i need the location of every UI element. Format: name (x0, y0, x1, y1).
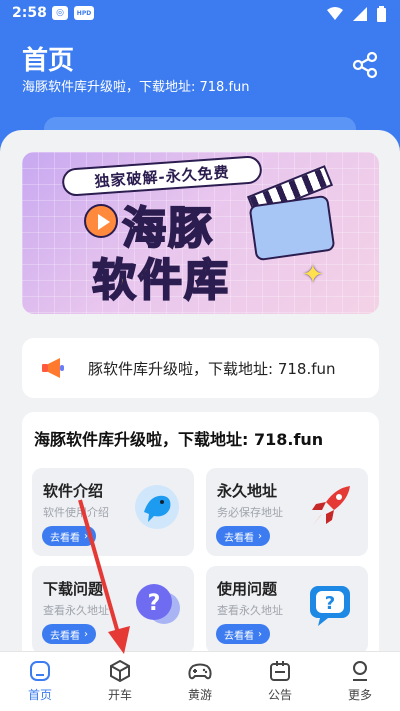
tile-download-issues[interactable]: 下载问题 查看永久地址 去看看 › ? (32, 566, 194, 651)
wifi-icon (327, 7, 343, 20)
app-notification-icon: ◎ (52, 6, 68, 20)
main-content: 独家破解-永久免费 海豚 软件库 ✦ 豚软件库升级啦，下载地址: 718.fun… (0, 130, 400, 651)
page-title: 首页 (22, 46, 75, 76)
go-see-button[interactable]: 去看看 › (42, 624, 96, 644)
help-chat-icon: ? (310, 586, 350, 626)
notice-text: 豚软件库升级啦，下载地址: 718.fun (88, 360, 336, 378)
page-subtitle: 海豚软件库升级啦，下载地址: 718.fun (22, 80, 250, 95)
megaphone-icon (42, 358, 64, 378)
button-label: 去看看 (50, 630, 80, 642)
tile-usage-issues[interactable]: 使用问题 查看永久地址 去看看 › ? (206, 566, 368, 651)
tile-desc: 查看永久地址 (217, 604, 283, 617)
rocket-icon (312, 486, 350, 526)
tile-desc: 务必保存地址 (217, 506, 283, 519)
nav-label: 更多 (347, 688, 372, 702)
nav-item-more[interactable]: 更多 (320, 652, 400, 711)
info-card: 海豚软件库升级啦，下载地址: 718.fun 软件介绍 软件使用介绍 去看看 › … (22, 412, 379, 651)
chevron-right-icon: › (84, 530, 88, 542)
clapperboard-icon (248, 194, 336, 262)
play-icon (84, 204, 118, 238)
nav-label: 首页 (27, 688, 52, 702)
chevron-right-icon: › (258, 628, 262, 640)
signal-icon (353, 7, 367, 21)
bottom-nav: 首页 开车 黄游 公告 更多 (0, 651, 400, 711)
svg-text:?: ? (325, 593, 335, 614)
user-icon (353, 661, 367, 681)
button-label: 去看看 (224, 532, 254, 544)
dolphin-icon (135, 485, 179, 529)
svg-text:?: ? (148, 591, 161, 616)
home-icon (30, 661, 50, 681)
banner-line2: 软件库 (91, 254, 230, 307)
go-see-button[interactable]: 去看看 › (216, 526, 270, 546)
question-bubble-icon: ? (136, 584, 180, 624)
notice-bar[interactable]: 豚软件库升级啦，下载地址: 718.fun (22, 338, 379, 398)
go-see-button[interactable]: 去看看 › (216, 624, 270, 644)
go-see-button[interactable]: 去看看 › (42, 526, 96, 546)
nav-item-home[interactable]: 首页 (0, 652, 80, 711)
nav-label: 公告 (267, 688, 292, 702)
tile-title: 永久地址 (217, 482, 278, 500)
tile-title: 使用问题 (217, 580, 278, 598)
notice-icon (270, 661, 290, 681)
star-icon: ✦ (302, 260, 324, 290)
tile-software-intro[interactable]: 软件介绍 软件使用介绍 去看看 › (32, 468, 194, 556)
share-icon[interactable] (350, 50, 380, 80)
nav-label: 黄游 (187, 688, 212, 702)
status-time: 2:58 (12, 5, 47, 21)
tile-permanent-address[interactable]: 永久地址 务必保存地址 去看看 › (206, 468, 368, 556)
gamepad-icon (188, 663, 212, 680)
info-card-title: 海豚软件库升级啦，下载地址: 718.fun (34, 430, 324, 449)
nav-item-games[interactable]: 黄游 (160, 652, 240, 711)
chevron-right-icon: › (258, 530, 262, 542)
nav-item-notice[interactable]: 公告 (240, 652, 320, 711)
chevron-right-icon: › (84, 628, 88, 640)
promo-banner[interactable]: 独家破解-永久免费 海豚 软件库 ✦ (22, 152, 379, 314)
tile-desc: 软件使用介绍 (43, 506, 109, 519)
status-bar: 2:58 ◎ HPD (0, 0, 400, 28)
tile-desc: 查看永久地址 (43, 604, 109, 617)
button-label: 去看看 (50, 532, 80, 544)
tile-title: 软件介绍 (43, 482, 104, 500)
tile-title: 下载问题 (43, 580, 104, 598)
battery-icon (377, 6, 386, 22)
badge-notification-icon: HPD (74, 6, 94, 20)
cube-icon (110, 659, 130, 683)
button-label: 去看看 (224, 630, 254, 642)
nav-item-drive[interactable]: 开车 (80, 652, 160, 711)
nav-label: 开车 (107, 688, 132, 702)
